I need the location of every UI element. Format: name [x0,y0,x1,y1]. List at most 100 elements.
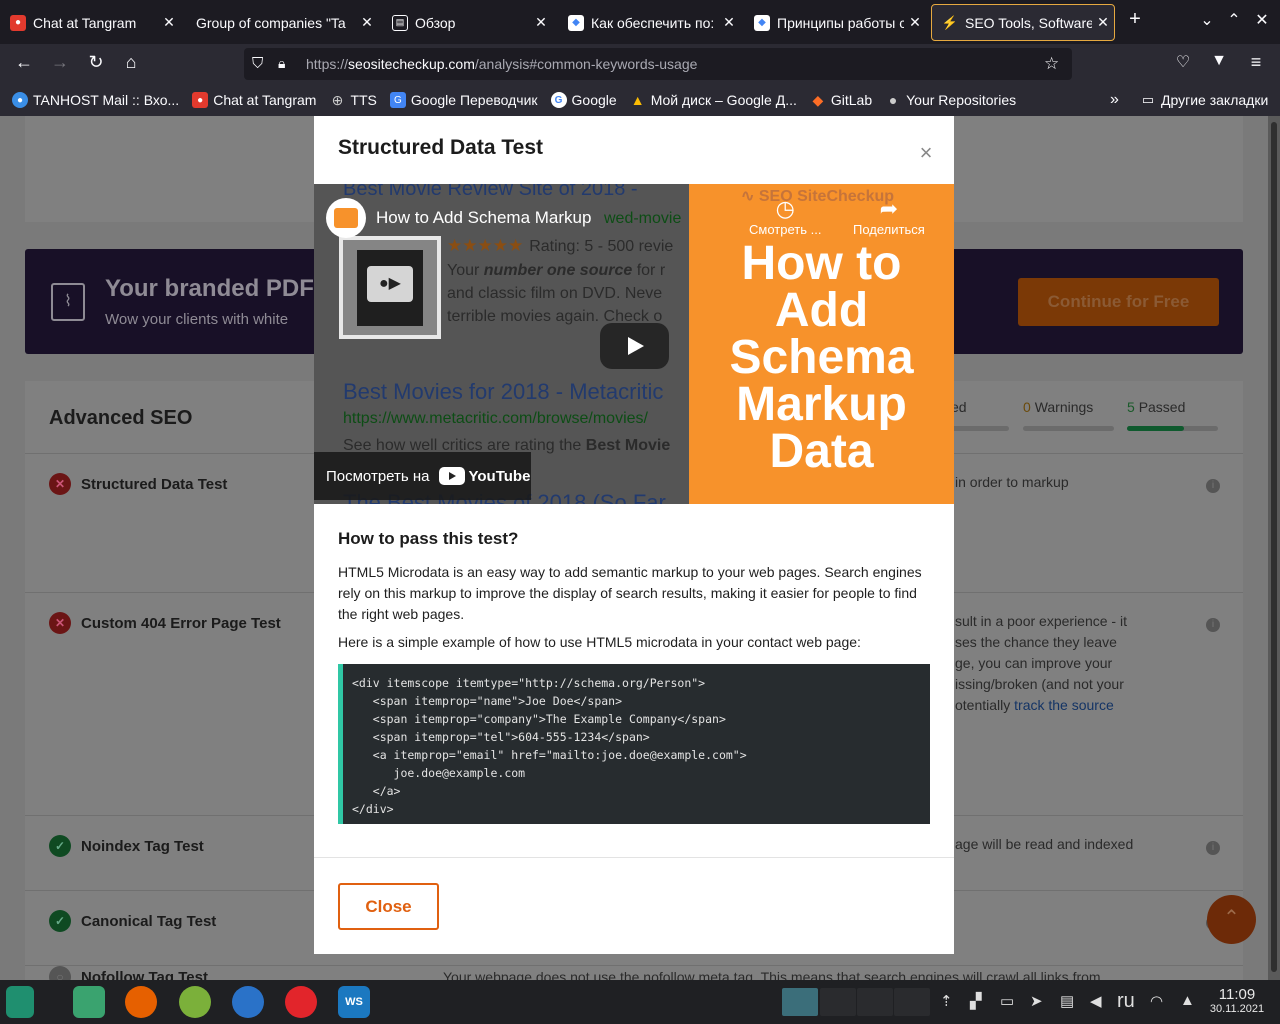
app-menu-icon[interactable] [6,986,34,1018]
lock-icon[interactable]: 🔒︎ [278,55,285,72]
forward-icon[interactable]: → [48,52,72,73]
structured-data-test-row[interactable]: ✕ Structured Data Test [49,473,227,495]
workspace-3-icon[interactable] [857,988,893,1016]
firefox-icon[interactable] [125,986,157,1018]
close-window-icon[interactable]: ✕ [1250,10,1274,30]
channel-avatar[interactable] [326,198,366,238]
wifi-icon[interactable]: ◠ [1150,992,1163,1010]
bookmark-google-translate[interactable]: G Google Переводчик [389,92,538,108]
clock[interactable]: 11:09 30.11.2021 [1204,986,1270,1015]
bookmark-label: Другие закладки [1161,92,1269,108]
tab-principy-raboty[interactable]: ◆ Принципы работы с ✕ [744,4,926,41]
volume-icon[interactable]: ◀ [1090,992,1102,1010]
tab-bar: ● Chat at Tangram ✕ Group of companies "… [0,0,1280,44]
workspace-4-icon[interactable] [894,988,930,1016]
workspace-2-icon[interactable] [820,988,856,1016]
description-line: sult in a poor experience - it [955,613,1127,629]
menu-icon[interactable]: ≡ [1244,52,1268,73]
tab-kak-obespechit[interactable]: ◆ Как обеспечить по: ✕ [558,4,740,41]
nofollow-tag-test-row[interactable]: ○ Nofollow Tag Test [49,966,208,980]
bookmark-google-drive[interactable]: ▲ Мой диск – Google Д... [630,92,797,108]
minimize-icon[interactable]: ⌃ [1222,10,1246,30]
bookmark-tanhost[interactable]: ● TANHOST Mail :: Вхо... [12,92,179,108]
info-icon[interactable]: i [1206,841,1220,855]
close-tab-icon[interactable]: ✕ [1092,14,1114,31]
bookmark-star-icon[interactable]: ☆ [1044,54,1059,74]
continue-for-free-button[interactable]: Continue for Free [1018,278,1219,326]
bookmark-gitlab[interactable]: ◆ GitLab [810,92,872,109]
overflow-chevron-icon[interactable]: » [1110,91,1119,109]
reload-icon[interactable]: ↻ [84,52,108,73]
new-tab-button[interactable]: + [1123,8,1147,31]
noindex-tag-test-row[interactable]: ✓ Noindex Tag Test [49,835,204,857]
pdf-icon: ⌇ [51,283,85,321]
video-title-bar[interactable]: How to Add Schema Markup [326,198,591,238]
watch-on-youtube-button[interactable]: Посмотреть на YouTube [314,452,531,500]
rating-stars: ★★★★★ Rating: 5 - 500 revie [447,236,674,255]
tab-label: Принципы работы с [777,14,904,31]
scroll-to-top-button[interactable]: ⌃ [1207,895,1256,944]
info-icon[interactable]: i [1206,618,1220,632]
thunderbird-icon[interactable] [232,986,264,1018]
back-icon[interactable]: ← [12,52,36,73]
bookmark-your-repositories[interactable]: ● Your Repositories [885,92,1016,108]
home-icon[interactable]: ⌂ [119,52,143,73]
close-tab-icon[interactable]: ✕ [158,14,180,31]
list-tabs-icon[interactable]: ⌄ [1195,10,1219,30]
close-tab-icon[interactable]: ✕ [530,14,552,31]
clipboard-icon[interactable]: ▤ [1060,992,1074,1010]
bookmark-google[interactable]: G Google [550,92,617,108]
info-icon[interactable]: i [1206,479,1220,493]
extension-v-icon[interactable]: ▼ [1207,52,1231,70]
modal-footer-divider [314,857,954,858]
modal-title: Structured Data Test [338,136,543,159]
watch-later-button[interactable]: ◷ Смотреть ... [749,196,821,237]
pocket-icon[interactable]: ♡ [1171,52,1195,72]
url-text[interactable]: https://seositecheckup.com/analysis#comm… [306,56,697,72]
youtube-music-icon[interactable] [285,986,317,1018]
file-manager-icon[interactable] [73,986,105,1018]
track-the-source-link[interactable]: track the source [1014,697,1114,713]
modal-close-icon[interactable]: × [914,140,938,166]
youtube-video-embed[interactable]: Best Movie Review Site of 2018 - wed-mov… [314,184,954,504]
tab-seo-tools[interactable]: ⚡ SEO Tools, Software ✕ [931,4,1115,41]
updates-icon[interactable]: ⇡ [940,992,953,1010]
close-button[interactable]: Close [338,883,439,930]
url-bar[interactable]: ⛉ 🔒︎ https://seositecheckup.com/analysis… [244,48,1072,80]
tab-chat-tangram[interactable]: ● Chat at Tangram ✕ [0,4,180,41]
clock-date: 30.11.2021 [1209,1003,1265,1015]
custom-404-test-row[interactable]: ✕ Custom 404 Error Page Test [49,612,281,634]
workspace-1-icon[interactable] [782,988,818,1016]
url-host: seositecheckup.com [348,56,475,72]
webstorm-icon[interactable]: WS [338,986,370,1018]
google-dev-icon: ◆ [754,14,770,31]
terminal-icon[interactable]: ▭ [1000,992,1014,1010]
close-tab-icon[interactable]: ✕ [904,14,926,31]
tab-obzor[interactable]: ▤ Обзор ✕ [382,4,552,41]
bookmark-other[interactable]: ▭ Другие закладки [1140,92,1268,108]
video-title[interactable]: How to Add Schema Markup [376,208,591,228]
page-scrollbar[interactable] [1268,116,1280,980]
tab-label: Chat at Tangram [33,14,137,31]
video-bg-text: https://www.metacritic.com/browse/movies… [343,410,648,427]
shield-icon[interactable]: ⛉ [252,55,263,72]
bookmark-chat-tangram[interactable]: ● Chat at Tangram [192,92,316,108]
tab-group-of-companies[interactable]: Group of companies "Ta ✕ [186,4,378,41]
close-tab-icon[interactable]: ✕ [356,14,378,31]
page-icon: ▤ [392,14,408,31]
play-button[interactable] [600,323,669,369]
keyboard-layout[interactable]: ru [1117,990,1135,1013]
share-button[interactable]: ➦ Поделиться [853,196,925,237]
telegram-tray-icon[interactable]: ➤ [1030,992,1043,1010]
tray-expand-icon[interactable]: ▲ [1180,992,1195,1009]
canonical-tag-test-row[interactable]: ✓ Canonical Tag Test [49,910,216,932]
bookmark-tts[interactable]: ⊕ TTS [329,92,377,109]
code-line: <a itemprop="email" href="mailto:joe.doe… [352,748,747,762]
banner-title: Your branded PDF [105,275,314,302]
download-manager-icon[interactable] [179,986,211,1018]
scrollbar-thumb[interactable] [1271,122,1277,972]
nav-bar: ← → ↻ ⌂ ⛉ 🔒︎ https://seositecheckup.com/… [0,44,1280,84]
windows-icon[interactable]: ▞ [970,992,982,1010]
close-tab-icon[interactable]: ✕ [718,14,740,31]
video-big-title: How to Add Schema Markup Data [689,240,954,476]
